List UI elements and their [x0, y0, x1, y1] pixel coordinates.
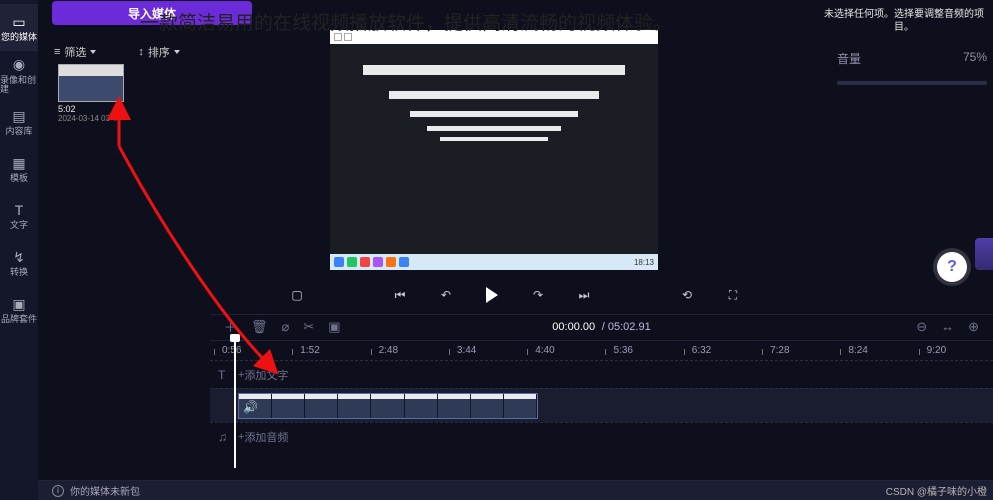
scissors-button[interactable]: ✂ — [303, 319, 314, 335]
speed-button[interactable]: ▣ — [328, 319, 340, 335]
audio-track[interactable]: ♫ + 添加音频 — [210, 422, 993, 450]
ruler-tick: 9:20 — [915, 345, 993, 356]
timecode-current: 00:00.00 — [552, 321, 595, 333]
media-duration: 5:02 — [58, 104, 124, 114]
speaker-icon: 🔊 — [243, 400, 258, 414]
rotate-cw-button[interactable]: ↷ — [526, 283, 550, 307]
fullscreen-button[interactable]: ⛶ — [721, 283, 745, 307]
left-rail: ▭ 您的媒体 ◉ 录像和创建 ▤ 内容库 ▦ 模板 T 文字 ↯ 转换 ▣ 品牌… — [0, 0, 38, 500]
ruler-tick: 3:44 — [445, 345, 523, 356]
filter-sort-row: ≡ 筛选 ↕ 排序 — [38, 40, 238, 64]
ruler-tick: 2:48 — [367, 345, 445, 356]
help-button[interactable]: ? — [937, 252, 967, 282]
camera-icon: ◉ — [10, 56, 28, 74]
timeline-toolbar: ＋ 🗑 ⌀ ✂ ▣ 00:00.00 / 05:02.91 ⊖ ↔ ⊕ — [210, 314, 993, 338]
zoom-in-button[interactable]: ⊕ — [968, 319, 979, 335]
watermark: CSDN @橘子味的小橙 — [886, 483, 987, 498]
player-controls: ▢ ⏮ ↶ ↷ ⏭ ⟲ ⛶ — [285, 280, 745, 310]
preview-canvas — [330, 44, 658, 254]
screenshot-button[interactable]: ▢ — [285, 283, 309, 307]
rotate-ccw-button[interactable]: ↶ — [434, 283, 458, 307]
timeline-ruler[interactable]: 0:56 1:52 2:48 3:44 4:40 5:36 6:32 7:28 … — [210, 340, 993, 360]
media-item[interactable]: 5:02 2024-03-14 03 — [58, 64, 124, 123]
timecode-total: 05:02.91 — [608, 321, 651, 333]
filter-dropdown[interactable]: ≡ 筛选 — [54, 44, 96, 60]
media-date-text: 2024-03-14 03 — [58, 114, 110, 123]
undo-button[interactable]: ⟲ — [675, 283, 699, 307]
brand-kit-icon: ▣ — [10, 295, 28, 313]
rail-label: 品牌套件 — [1, 315, 37, 324]
play-icon — [486, 287, 498, 303]
templates-icon: ▦ — [10, 154, 28, 172]
rail-item-brand-kit[interactable]: ▣ 品牌套件 — [0, 286, 38, 333]
rail-item-templates[interactable]: ▦ 模板 — [0, 145, 38, 192]
video-track[interactable]: 🔊 — [210, 388, 993, 422]
rail-item-library[interactable]: ▤ 内容库 — [0, 98, 38, 145]
ruler-tick: 7:28 — [758, 345, 836, 356]
library-icon: ▤ — [10, 107, 28, 125]
preview-window-titlebar — [330, 30, 658, 44]
sort-label: 排序 — [148, 44, 170, 60]
filter-label: 筛选 — [64, 44, 86, 60]
timeline-tracks: T + 添加文字 🔊 ♫ + 添加音频 — [210, 360, 993, 482]
rail-label: 录像和创建 — [0, 76, 38, 94]
transition-icon: ↯ — [10, 248, 28, 266]
text-icon: T — [218, 368, 225, 382]
text-track[interactable]: T + 添加文字 — [210, 360, 993, 388]
media-thumbnail — [58, 64, 124, 102]
top-toolbar: 导入媒体 — [38, 0, 293, 26]
split-button[interactable]: ⌀ — [282, 319, 290, 335]
playhead[interactable] — [234, 338, 236, 468]
media-date: 2024-03-14 03 — [58, 114, 124, 123]
selection-hint: 未选择任何项。选择要调整音频的项目。 — [815, 8, 993, 34]
play-button[interactable] — [480, 283, 504, 307]
video-clip[interactable]: 🔊 — [238, 393, 538, 419]
rail-label: 转换 — [10, 268, 28, 277]
timeline-timecode: 00:00.00 / 05:02.91 — [552, 320, 650, 333]
ruler-tick: 1:52 — [288, 345, 366, 356]
ruler-tick: 4:40 — [523, 345, 601, 356]
skip-forward-button[interactable]: ⏭ — [572, 283, 596, 307]
status-text: 你的媒体未新包 — [70, 483, 140, 498]
audio-track-label: 添加音频 — [244, 429, 288, 445]
skip-back-button[interactable]: ⏮ — [388, 283, 412, 307]
right-edge-handle[interactable] — [975, 238, 993, 270]
ruler-tick: 5:36 — [601, 345, 679, 356]
rail-item-your-media[interactable]: ▭ 您的媒体 — [0, 4, 38, 51]
rail-label: 内容库 — [5, 127, 32, 136]
music-icon: ♫ — [218, 430, 227, 444]
video-preview[interactable]: 18:13 — [330, 30, 658, 270]
delete-button[interactable]: 🗑 — [251, 319, 268, 335]
volume-panel: 音量 75% — [837, 50, 987, 85]
zoom-out-button[interactable]: ⊖ — [916, 319, 927, 335]
volume-value: 75% — [963, 50, 987, 64]
import-media-button[interactable]: 导入媒体 — [52, 1, 252, 25]
folder-icon: ▭ — [10, 13, 28, 31]
sort-icon: ↕ — [138, 46, 144, 58]
filter-icon: ≡ — [54, 46, 60, 58]
ruler-tick: 0:56 — [210, 345, 288, 356]
chevron-down-icon — [174, 50, 180, 54]
chevron-down-icon — [112, 117, 118, 121]
preview-clock: 18:13 — [634, 258, 654, 267]
sort-dropdown[interactable]: ↕ 排序 — [138, 44, 180, 60]
rail-label: 您的媒体 — [1, 33, 37, 42]
zoom-fit-button[interactable]: ↔ — [941, 319, 954, 335]
rail-label: 模板 — [10, 174, 28, 183]
volume-slider[interactable] — [837, 81, 987, 85]
ruler-tick: 8:24 — [836, 345, 914, 356]
text-track-label: 添加文字 — [244, 367, 288, 383]
rail-item-record[interactable]: ◉ 录像和创建 — [0, 51, 38, 98]
rail-label: 文字 — [10, 221, 28, 230]
rail-item-text[interactable]: T 文字 — [0, 192, 38, 239]
preview-taskbar: 18:13 — [330, 254, 658, 270]
chevron-down-icon — [90, 50, 96, 54]
info-icon: i — [52, 485, 64, 497]
ruler-tick: 6:32 — [680, 345, 758, 356]
text-tool-icon: T — [10, 201, 28, 219]
rail-item-transition[interactable]: ↯ 转换 — [0, 239, 38, 286]
status-bar: i 你的媒体未新包 — [38, 480, 993, 500]
